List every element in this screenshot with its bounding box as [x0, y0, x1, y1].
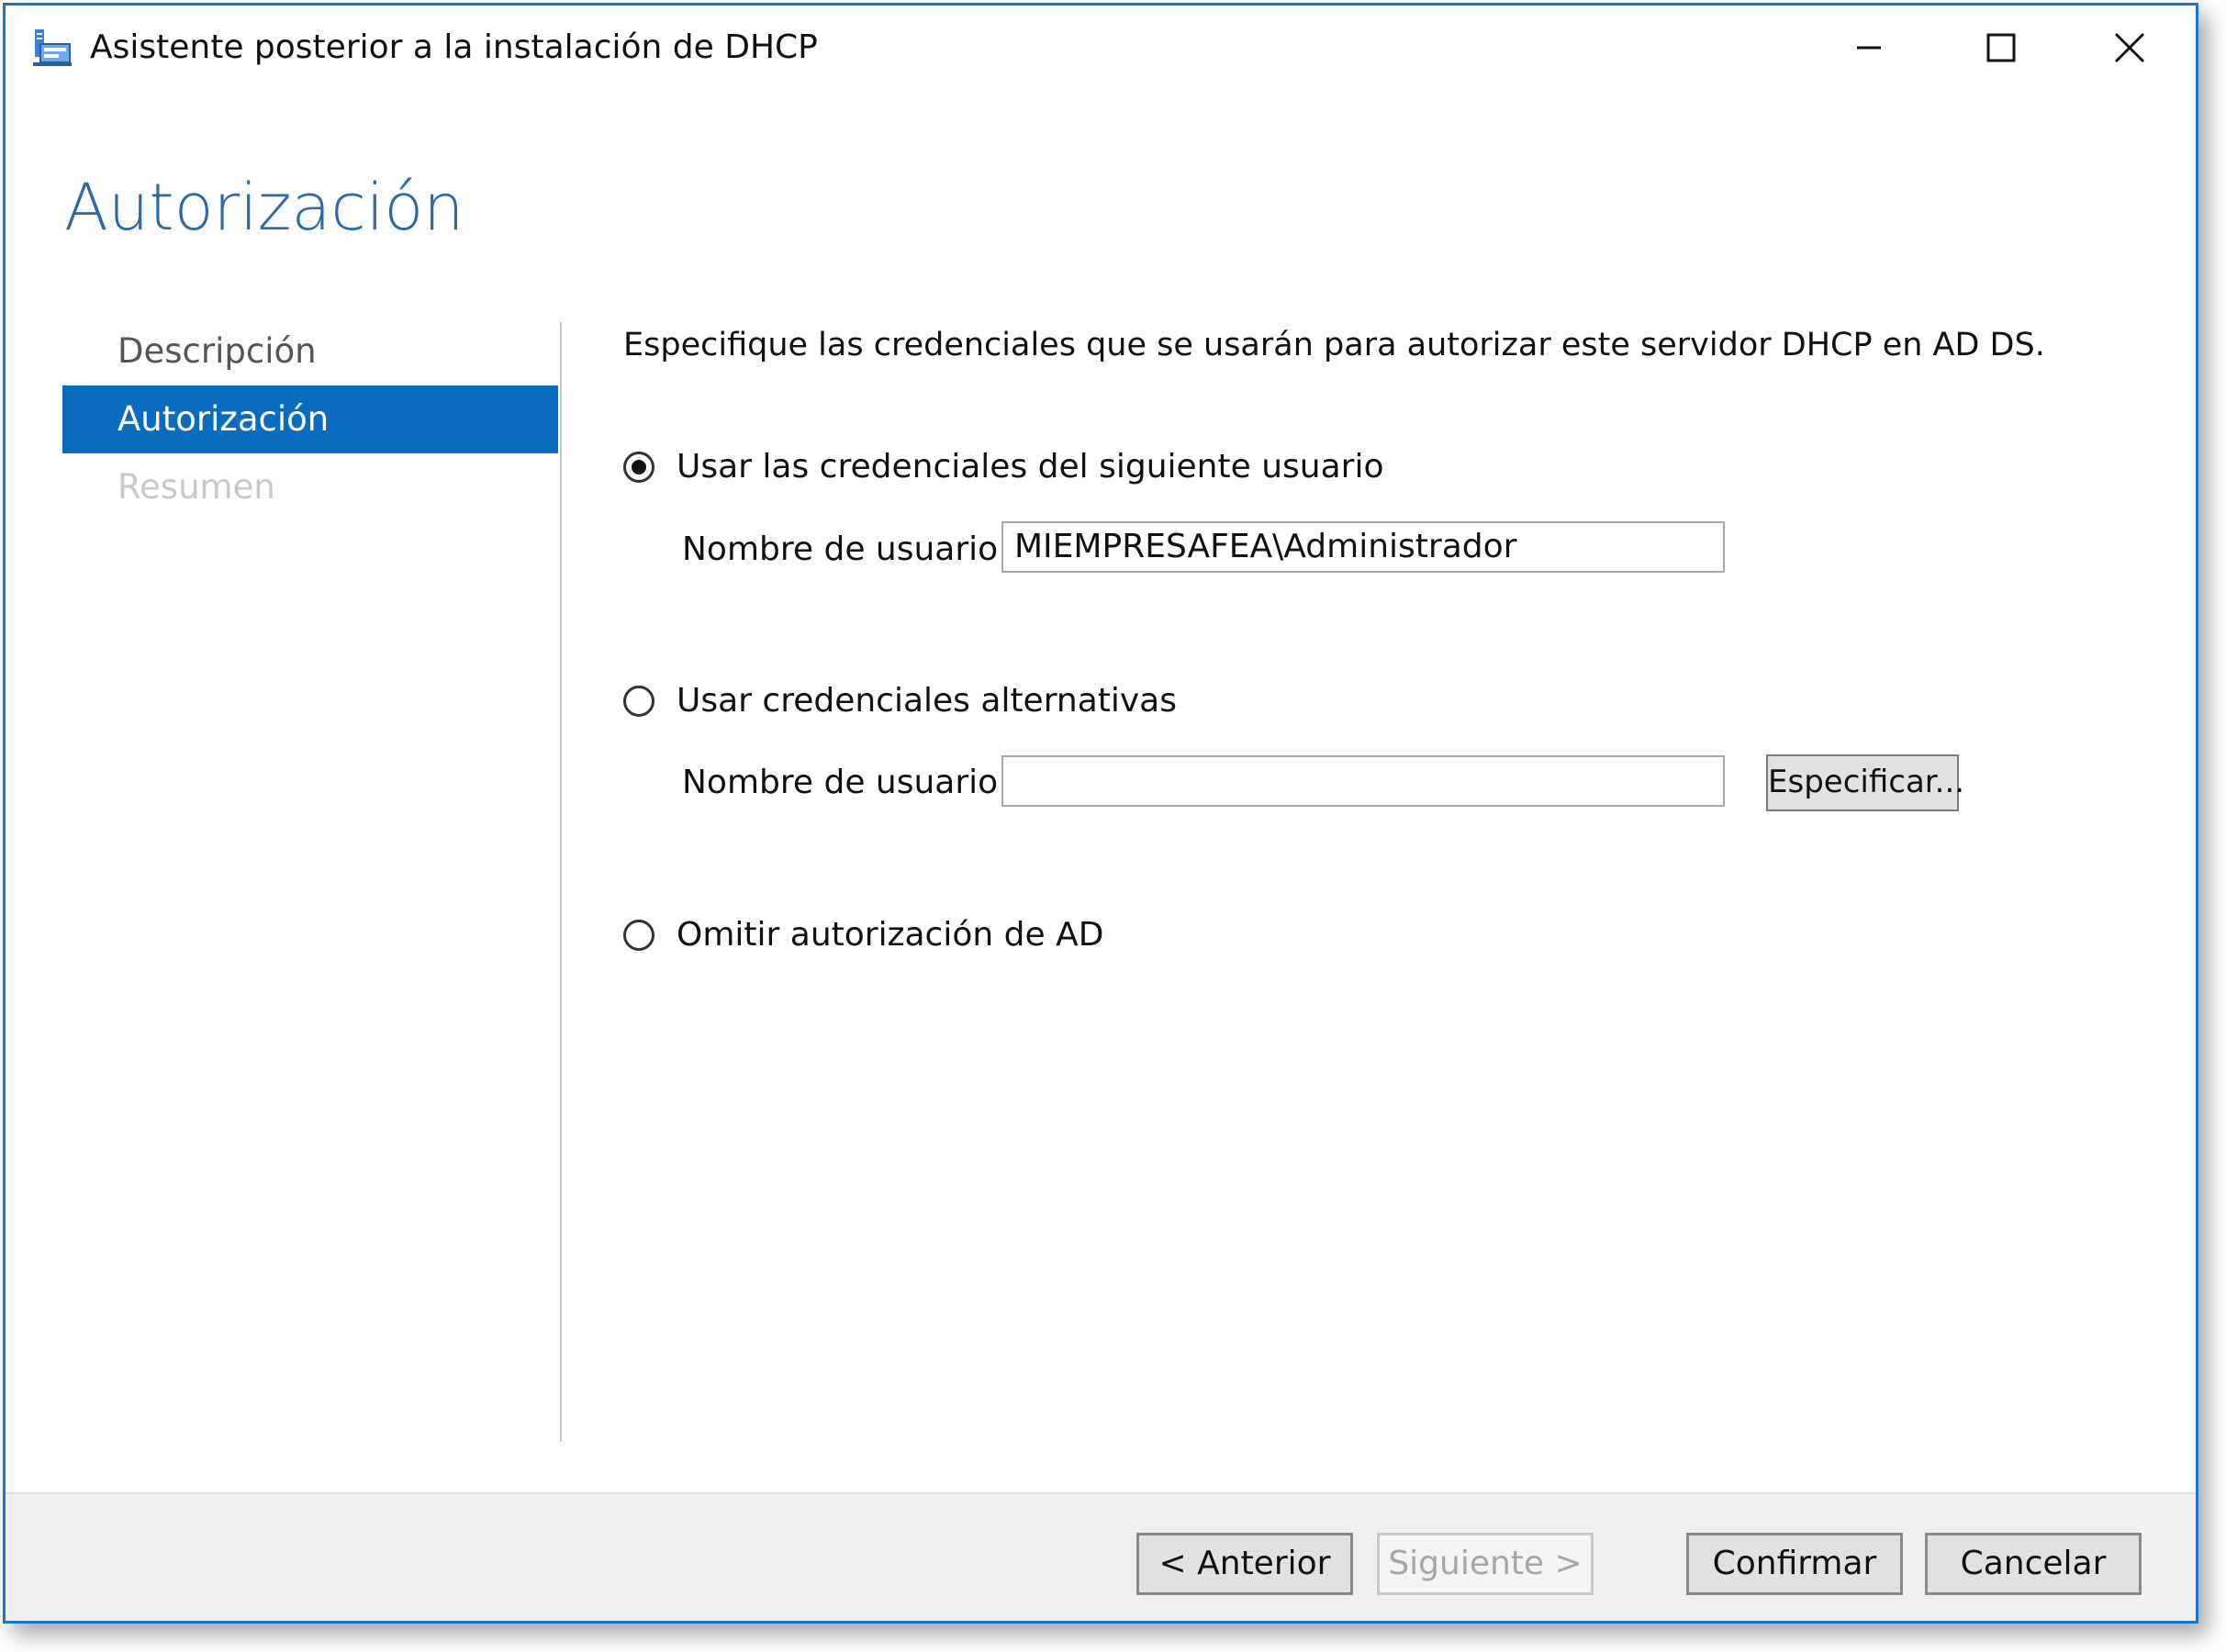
option-alternate-credentials[interactable]: Usar credenciales alternativas: [623, 682, 1177, 720]
radio-alternate-credentials[interactable]: [623, 685, 654, 717]
close-button[interactable]: [2065, 6, 2194, 90]
nav-item-autorizacion[interactable]: Autorización: [62, 385, 558, 453]
maximize-button[interactable]: [1937, 6, 2065, 90]
server-manager-icon: [33, 29, 72, 66]
window-title: Asistente posterior a la instalación de …: [90, 28, 818, 66]
cancel-button[interactable]: Cancelar: [1925, 1533, 2142, 1595]
content-panel: Especifique las credenciales que se usar…: [623, 318, 2184, 1437]
username-field-2[interactable]: [1001, 755, 1725, 807]
dhcp-wizard-window: Asistente posterior a la instalación de …: [3, 3, 2198, 1624]
nav-item-resumen: Resumen: [117, 467, 275, 507]
option-current-user-label: Usar las credenciales del siguiente usua…: [677, 448, 1384, 486]
page-title: Autorización: [64, 170, 464, 245]
option-skip-ad-authorization-label: Omitir autorización de AD: [677, 916, 1104, 954]
previous-button[interactable]: < Anterior: [1136, 1533, 1353, 1595]
username-field-1[interactable]: MIEMPRESAFEA\Administrador: [1001, 521, 1725, 573]
option-skip-ad-authorization[interactable]: Omitir autorización de AD: [623, 916, 1103, 954]
close-icon: [2114, 32, 2145, 63]
title-bar[interactable]: Asistente posterior a la instalación de …: [6, 6, 2196, 90]
username-label-1: Nombre de usuario:: [682, 530, 1010, 568]
nav-divider: [560, 322, 562, 1442]
confirm-button[interactable]: Confirmar: [1686, 1533, 1903, 1595]
minimize-icon: [1857, 46, 1881, 50]
wizard-nav: Descripción Autorización Resumen: [62, 318, 558, 521]
radio-skip-ad-authorization[interactable]: [623, 919, 654, 951]
wizard-footer: < Anterior Siguiente > Confirmar Cancela…: [6, 1492, 2196, 1621]
username-label-2: Nombre de usuario:: [682, 764, 1010, 801]
radio-selected-dot: [632, 459, 646, 474]
radio-current-user[interactable]: [623, 451, 654, 483]
instruction-text: Especifique las credenciales que se usar…: [623, 327, 2045, 363]
option-alternate-credentials-label: Usar credenciales alternativas: [677, 682, 1177, 720]
specify-button[interactable]: Especificar...: [1766, 754, 1964, 811]
next-button: Siguiente >: [1377, 1533, 1594, 1595]
nav-item-descripcion[interactable]: Descripción: [62, 318, 558, 385]
maximize-icon: [1986, 33, 2016, 62]
minimize-button[interactable]: [1805, 6, 1933, 90]
option-current-user[interactable]: Usar las credenciales del siguiente usua…: [623, 448, 1383, 486]
